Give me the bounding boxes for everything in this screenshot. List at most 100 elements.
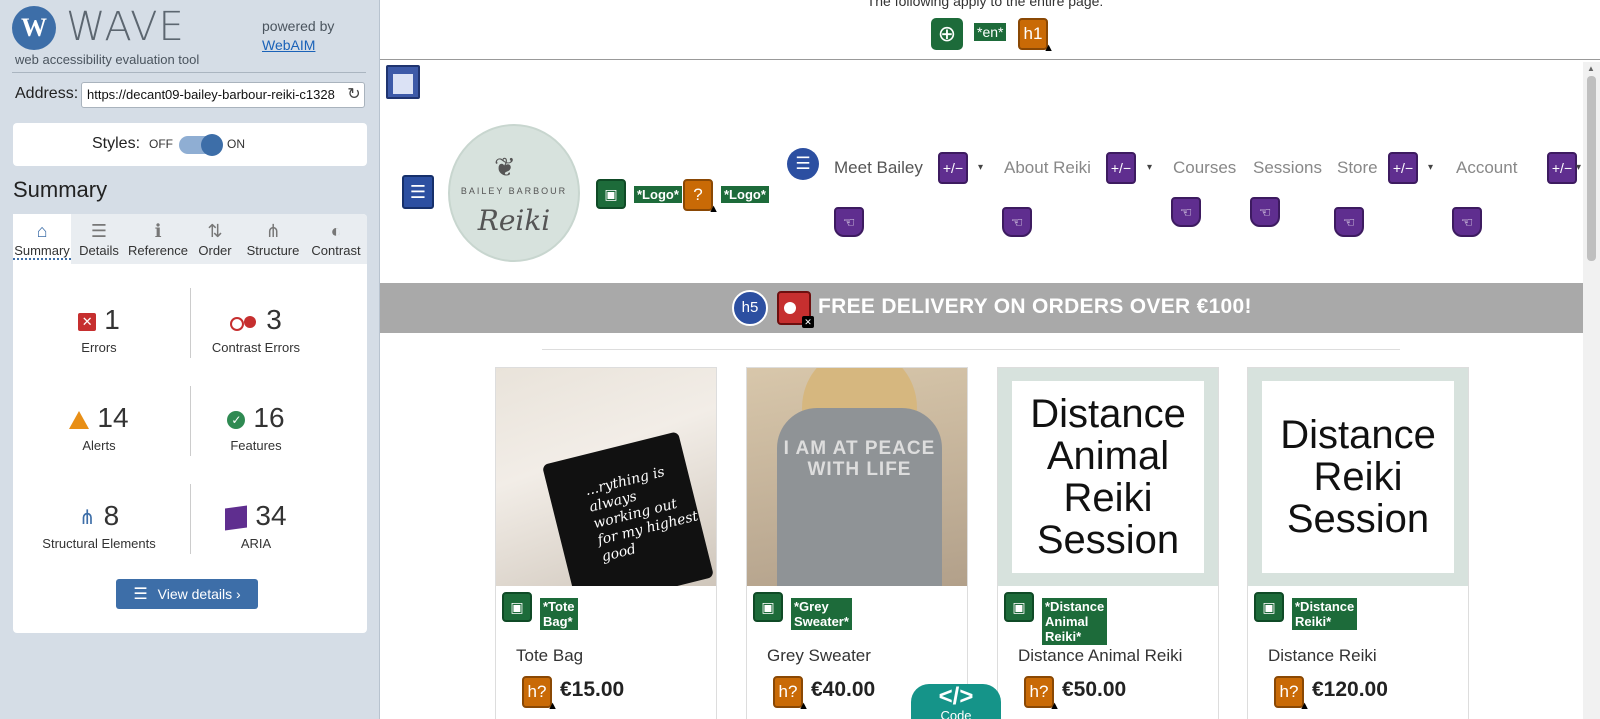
chevron-down-icon[interactable]: ▾: [1147, 162, 1152, 173]
delivery-banner: h5 ✕ FREE DELIVERY ON ORDERS OVER €100!: [380, 283, 1583, 333]
heading-label: h?: [778, 682, 798, 701]
linked-image-icon[interactable]: ▣: [753, 592, 783, 622]
vertical-scrollbar[interactable]: ▲: [1583, 62, 1600, 719]
banner-text: FREE DELIVERY ON ORDERS OVER €100!: [818, 295, 1252, 318]
code-tab-button[interactable]: </> Code: [911, 684, 1001, 719]
stat-contrast[interactable]: 3 Contrast Errors: [176, 302, 336, 355]
tab-label: Order: [198, 243, 232, 258]
list-icon: ☰: [133, 586, 148, 603]
product-price: €50.00: [1062, 678, 1127, 701]
product-image[interactable]: Distance Animal Reiki Session: [998, 368, 1218, 586]
tab-order[interactable]: ⇅ Order: [193, 214, 237, 264]
product-name[interactable]: Distance Animal Reiki: [1018, 646, 1182, 666]
nav-item-courses[interactable]: Courses: [1173, 158, 1236, 178]
tab-contrast[interactable]: ◐ Contrast: [307, 214, 365, 264]
product-image[interactable]: Distance Reiki Session: [1248, 368, 1468, 586]
styles-toggle-knob: [201, 134, 223, 156]
language-badge[interactable]: *en*: [974, 23, 1007, 41]
unknown-alert-badge[interactable]: ? ▲: [683, 179, 719, 215]
tab-summary[interactable]: ⌂ Summary: [13, 214, 71, 264]
linked-image-icon[interactable]: ▣: [1254, 592, 1284, 622]
tab-label: Summary: [13, 243, 71, 260]
webaim-link[interactable]: WebAIM: [262, 37, 315, 53]
list-icon[interactable]: ☰: [402, 175, 434, 209]
site-logo[interactable]: ❦ BAILEY BARBOUR Reiki: [448, 124, 580, 262]
error-icon: ✕: [78, 312, 97, 331]
stat-alerts[interactable]: 14 Alerts: [19, 400, 179, 453]
list-icon: ☰: [90, 221, 108, 241]
structure-icon: ⋔: [265, 221, 281, 241]
aria-tab-icon[interactable]: ☜: [834, 207, 864, 237]
warning-icon: ▲: [1049, 700, 1060, 712]
alt-text-badge[interactable]: *Distance Animal Reiki*: [1042, 598, 1108, 645]
tab-label: Contrast: [311, 243, 361, 258]
address-input[interactable]: https://decant09-bailey-barbour-reiki-c1…: [81, 82, 365, 108]
aria-expanded-badge[interactable]: +/−: [1106, 152, 1136, 184]
warning-icon: ▲: [708, 203, 719, 215]
product-card[interactable]: Distance Animal Reiki Session ▣ *Distanc…: [997, 367, 1219, 719]
reload-icon[interactable]: ↻: [345, 86, 363, 104]
panel-tabs: ⌂ Summary ☰ Details ℹ Reference ⇅ Order …: [13, 214, 367, 264]
globe-icon[interactable]: ⊕: [931, 18, 963, 50]
nav-item-account[interactable]: Account: [1456, 158, 1517, 178]
contrast-error-icon[interactable]: ✕: [777, 291, 814, 328]
product-image[interactable]: ...rything is always working out for my …: [496, 368, 716, 586]
stat-structural[interactable]: ⋔ 8 Structural Elements: [19, 498, 179, 551]
view-details-label: View details ›: [157, 586, 241, 602]
tab-structure[interactable]: ⋔ Structure: [243, 214, 303, 264]
address-row: Address: https://decant09-bailey-barbour…: [15, 82, 367, 108]
heading-alert-badge[interactable]: h? ▲: [1024, 676, 1060, 712]
stat-errors[interactable]: ✕ 1 Errors: [19, 302, 179, 355]
heading-alert-badge[interactable]: h? ▲: [522, 676, 558, 712]
nav-item-meet-bailey[interactable]: Meet Bailey: [834, 158, 923, 178]
aria-tab-icon[interactable]: ☜: [1250, 197, 1280, 227]
aria-expanded-badge[interactable]: +/−: [1547, 152, 1577, 184]
heading-alert-badge[interactable]: h? ▲: [773, 676, 809, 712]
linked-image-icon[interactable]: ▣: [1004, 592, 1034, 622]
chevron-down-icon[interactable]: ▾: [1428, 162, 1433, 173]
aria-expanded-badge[interactable]: +/−: [938, 152, 968, 184]
product-name[interactable]: Distance Reiki: [1268, 646, 1377, 666]
product-card[interactable]: ...rything is always working out for my …: [495, 367, 717, 719]
styles-label: Styles:: [92, 135, 141, 152]
stat-aria[interactable]: 34 ARIA: [176, 498, 336, 551]
product-card[interactable]: I AM AT PEACE WITH LIFE ▣ *Grey Sweater*…: [746, 367, 968, 719]
alt-text-badge[interactable]: *Tote Bag*: [540, 598, 578, 630]
nav-item-sessions[interactable]: Sessions: [1253, 158, 1322, 178]
scroll-up-arrow[interactable]: ▲: [1587, 64, 1595, 73]
alerts-count: 14: [97, 402, 129, 433]
h5-badge[interactable]: h5: [732, 290, 768, 326]
tab-details[interactable]: ☰ Details: [75, 214, 123, 264]
aria-expanded-badge[interactable]: +/−: [1388, 152, 1418, 184]
alt-text-badge[interactable]: *Logo*: [634, 186, 682, 203]
aria-tab-icon[interactable]: ☜: [1171, 197, 1201, 227]
product-name[interactable]: Grey Sweater: [767, 646, 871, 666]
warning-icon: ▲: [1043, 42, 1054, 54]
aria-tab-icon[interactable]: ☜: [1452, 207, 1482, 237]
nav-item-store[interactable]: Store: [1337, 158, 1378, 178]
alt-text-badge[interactable]: *Logo*: [721, 186, 769, 203]
linked-image-icon[interactable]: ▣: [596, 179, 626, 209]
chevron-down-icon[interactable]: ▾: [1576, 162, 1581, 173]
product-image[interactable]: I AM AT PEACE WITH LIFE: [747, 368, 967, 586]
nav-list-icon[interactable]: ☰: [787, 148, 819, 180]
aria-tab-icon[interactable]: ☜: [1002, 207, 1032, 237]
heading-alert-badge[interactable]: h? ▲: [1274, 676, 1310, 712]
aria-icon: [225, 505, 248, 531]
stat-features[interactable]: ✓ 16 Features: [176, 400, 336, 453]
alt-text-badge[interactable]: *Grey Sweater*: [791, 598, 852, 630]
product-name[interactable]: Tote Bag: [516, 646, 583, 666]
view-details-button[interactable]: ☰ View details ›: [116, 579, 258, 609]
product-card[interactable]: Distance Reiki Session ▣ *Distance Reiki…: [1247, 367, 1469, 719]
h1-alert-badge[interactable]: h1 ▲: [1018, 18, 1054, 54]
nav-item-about-reiki[interactable]: About Reiki: [1004, 158, 1091, 178]
page-level-note: The following apply to the entire page:: [866, 0, 1104, 9]
alt-text-badge[interactable]: *Distance Reiki*: [1292, 598, 1358, 630]
frame-icon[interactable]: [386, 65, 420, 99]
tab-reference[interactable]: ℹ Reference: [127, 214, 189, 264]
chevron-down-icon[interactable]: ▾: [978, 162, 983, 173]
linked-image-icon[interactable]: ▣: [502, 592, 532, 622]
aria-tab-icon[interactable]: ☜: [1334, 207, 1364, 237]
styles-toggle[interactable]: [179, 134, 223, 156]
scroll-thumb[interactable]: [1587, 76, 1596, 261]
